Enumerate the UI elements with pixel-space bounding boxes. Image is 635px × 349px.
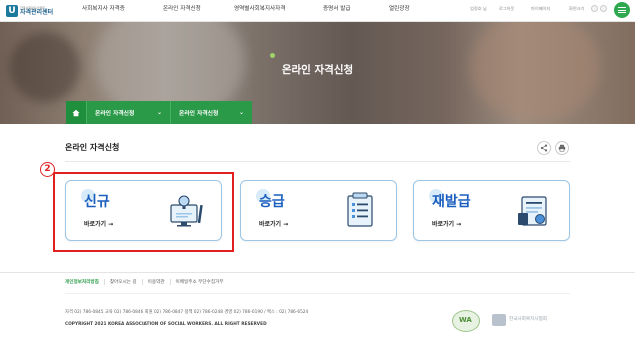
chevron-down-icon: ⌄: [238, 109, 244, 116]
card-reissue[interactable]: 재발급 바로가기 →: [413, 180, 570, 241]
step-badge: 2: [40, 162, 55, 177]
logo-mark-icon: U: [6, 5, 18, 17]
divider: [0, 272, 635, 273]
certificate-icon: [518, 196, 547, 226]
plus-icon[interactable]: [600, 5, 607, 12]
breadcrumb: 온라인 자격신청 ⌄ 온라인 자격신청 ⌄: [66, 101, 252, 124]
nav-item-documents[interactable]: 증명서 발급: [323, 4, 351, 12]
hamburger-icon[interactable]: [614, 2, 630, 18]
mypage-link[interactable]: 마이페이지: [531, 6, 550, 12]
footer-links: 개인정보처리방침 찾아오시는 길 이용약관 이메일주소 무단수집거부: [65, 279, 229, 285]
logout-link[interactable]: 로그아웃: [499, 6, 514, 12]
divider: [65, 293, 570, 294]
document-list-icon: [347, 192, 373, 227]
terms-link[interactable]: 이용약관: [141, 279, 170, 285]
chevron-down-icon: ⌄: [156, 109, 162, 116]
share-icon[interactable]: [537, 141, 551, 155]
divider: [65, 161, 570, 162]
site-logo[interactable]: U 한국사회복지사협회 자격관리센터: [6, 4, 60, 18]
page-title: 온라인 자격신청: [65, 143, 120, 152]
breadcrumb-level2[interactable]: 온라인 자격신청 ⌄: [170, 101, 252, 124]
logo-title: 자격관리센터: [20, 8, 54, 16]
footer-logo: 한국사회복지사협회: [492, 314, 547, 326]
nav-item-certificate[interactable]: 사회복지사 자격증: [82, 4, 125, 12]
hero-dot-icon: [270, 53, 275, 58]
card-title: 승급: [259, 194, 285, 210]
home-icon[interactable]: [66, 101, 86, 124]
nav-item-open-square[interactable]: 열린광장: [389, 4, 410, 12]
logo-mark-icon: [492, 314, 506, 326]
nav-item-field-certificate[interactable]: 영역별사회복지사자격: [234, 4, 285, 12]
directions-link[interactable]: 찾아오시는 길: [103, 279, 142, 285]
card-link[interactable]: 바로가기 →: [259, 219, 288, 228]
hero-title: 온라인 자격신청: [281, 64, 354, 76]
card-upgrade[interactable]: 승급 바로가기 →: [240, 180, 397, 241]
email-policy-link[interactable]: 이메일주소 무단수집거부: [169, 279, 229, 285]
font-size-label: 화면크기: [569, 6, 585, 11]
breadcrumb-level1-label: 온라인 자격신청: [95, 111, 135, 117]
highlight-box: [53, 172, 234, 252]
copyright: COPYRIGHT 2021 KOREA ASSOCIATION OF SOCI…: [65, 322, 267, 327]
contact-info: 자격 02) 786-0845 교육 02) 786-0846 회원 02) 7…: [65, 310, 309, 315]
breadcrumb-level2-label: 온라인 자격신청: [179, 111, 219, 117]
card-title: 재발급: [432, 194, 471, 210]
web-accessibility-mark: WA: [452, 310, 480, 332]
nav-item-online-apply[interactable]: 온라인 자격신청: [163, 4, 201, 12]
breadcrumb-level1[interactable]: 온라인 자격신청 ⌄: [86, 101, 170, 124]
header: U 한국사회복지사협회 자격관리센터 사회복지사 자격증 온라인 자격신청 영역…: [0, 0, 635, 22]
print-icon[interactable]: [555, 141, 569, 155]
minus-icon[interactable]: [591, 5, 598, 12]
card-link[interactable]: 바로가기 →: [432, 219, 461, 228]
privacy-policy-link[interactable]: 개인정보처리방침: [65, 279, 104, 285]
user-name: 업정호 님: [470, 6, 487, 11]
